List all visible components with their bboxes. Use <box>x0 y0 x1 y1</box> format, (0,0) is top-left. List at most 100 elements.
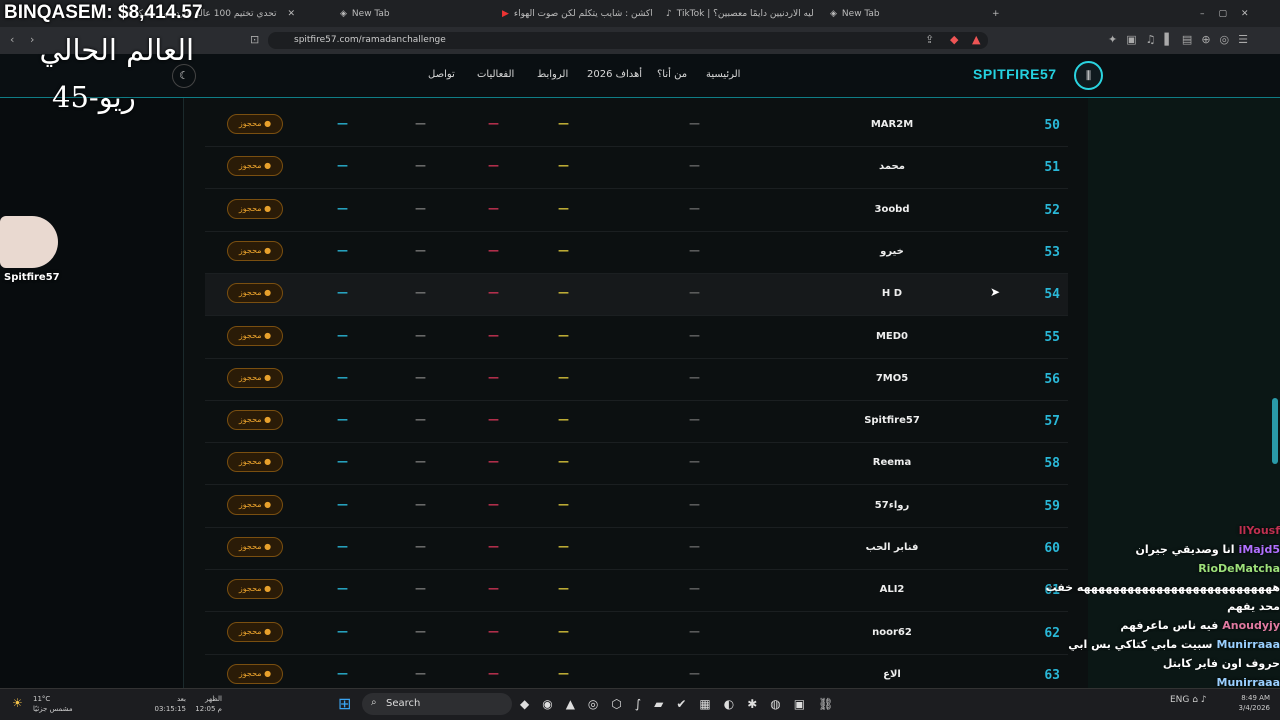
site-logo[interactable]: SPITFIRE57 <box>973 66 1057 82</box>
col-5-value: — <box>337 666 348 680</box>
col-1-value: — <box>689 328 700 342</box>
chat-message: iMajd5انا وصديقي جيران <box>1036 543 1280 556</box>
col-3-value: — <box>488 582 499 596</box>
back-icon[interactable]: ‹ <box>10 33 14 46</box>
player-name: Spitfire57 <box>864 415 920 427</box>
table-row[interactable]: 59 رواء57 — — — — — ● محجوز <box>205 486 1068 528</box>
table-row[interactable]: 55 MED0 — — — — — ● محجوز <box>205 317 1068 359</box>
col-4-value: — <box>415 624 426 638</box>
col-2-value: — <box>558 624 569 638</box>
col-4-value: — <box>415 243 426 257</box>
col-3-value: — <box>488 201 499 215</box>
rank-number: 55 <box>1044 329 1060 345</box>
status-badge: ● محجوز <box>227 663 283 684</box>
rank-number: 56 <box>1044 371 1060 387</box>
windows-start-icon[interactable]: ⊞ <box>338 694 351 713</box>
table-row[interactable]: 52 3oobd — — — — — ● محجوز <box>205 190 1068 232</box>
col-2-value: — <box>558 328 569 342</box>
tab-3[interactable]: ▶ رياكشن : شايب يتكلم لكن صوت الهواء <box>502 3 652 25</box>
col-2-value: — <box>558 117 569 130</box>
new-tab-button[interactable]: + <box>992 3 1004 25</box>
nav-links[interactable]: الروابط <box>537 69 568 80</box>
mouse-cursor-icon: ➤ <box>990 285 1001 299</box>
window-controls[interactable]: –▢✕ <box>1200 3 1270 25</box>
nav-goals[interactable]: أهداف 2026 <box>587 69 642 80</box>
chat-text: فيه ناس ماعرفهم <box>1120 619 1219 632</box>
col-5-value: — <box>337 413 348 427</box>
nav-about[interactable]: من أنا؟ <box>657 69 687 80</box>
weather-widget[interactable]: 11°C مشمس جزئيًا <box>33 694 73 714</box>
logo-icon[interactable]: ⫼ <box>1074 61 1103 90</box>
col-1-value: — <box>689 624 700 638</box>
chat-message: هههههههههههههههههههههههههههه خفت <box>1036 581 1280 594</box>
share-icon[interactable]: ⇪ <box>925 33 934 46</box>
shield-icon: ◈ <box>340 9 347 19</box>
chat-username: Munirraaa <box>1216 638 1280 651</box>
col-5-value: — <box>337 370 348 384</box>
weather-temp: 11°C <box>33 695 51 703</box>
col-1-value: — <box>689 455 700 469</box>
url-field[interactable]: spitfire57.com/ramadanchallenge <box>268 32 988 49</box>
table-row[interactable]: 58 Reema — — — — — ● محجوز <box>205 443 1068 486</box>
chat-message: Munirraaaسبيت مابي كتاكي بس ابي <box>1036 638 1280 651</box>
rank-number: 53 <box>1044 244 1060 260</box>
tab-title: New Tab <box>351 9 390 19</box>
status-badge: ● محجوز <box>227 114 283 134</box>
taskbar-apps[interactable]: ◆◉▲◎⬡∫▰✔▦◐✱◍▣⛓ <box>520 697 846 711</box>
brave-shield-icon[interactable]: ◆ <box>950 33 958 46</box>
col-4-value: — <box>415 201 426 215</box>
status-badge: ● محجوز <box>227 325 283 346</box>
clock-time: 8:49 AM <box>1241 694 1270 702</box>
close-icon[interactable]: ✕ <box>288 9 296 19</box>
player-name: Reema <box>872 457 912 469</box>
chat-message: Anoudyjyفيه ناس ماعرفهم <box>1036 619 1280 632</box>
col-3-value: — <box>488 370 499 384</box>
tray-icons[interactable]: ENG ⌂ ♪ <box>1170 695 1207 705</box>
moon-icon[interactable]: ☾ <box>172 64 196 88</box>
world-label: العالم الحالي <box>39 33 194 67</box>
scrollbar[interactable] <box>1272 398 1278 464</box>
table-row[interactable]: 57 Spitfire57 — — — — — ● محجوز <box>205 401 1068 444</box>
table-row[interactable]: 60 فنابر الحب — — — — — ● محجوز <box>205 528 1068 570</box>
table-row[interactable]: 62 noor62— — — — — ● محجوز <box>205 613 1068 655</box>
col-1-value: — <box>689 117 700 130</box>
col-2-value: — <box>558 370 569 384</box>
weather-icon[interactable]: ☀ <box>12 696 23 710</box>
chat-message: RioDeMatcha <box>1036 562 1280 575</box>
table-row[interactable]: 53 خيرو — — — — — ● محجوز <box>205 232 1068 274</box>
player-name: 7MO5 <box>875 372 909 384</box>
col-1-value: — <box>689 243 700 257</box>
nav-contact[interactable]: تواصل <box>428 69 455 80</box>
chat-message: llYousf <box>1036 524 1280 537</box>
tab-title: New Tab <box>841 9 880 19</box>
nav-events[interactable]: الفعاليات <box>477 69 514 80</box>
col-2-value: — <box>558 455 569 469</box>
tab-5[interactable]: ◈ New Tab <box>830 3 980 25</box>
rank-number: 50 <box>1044 118 1060 133</box>
taskbar-search[interactable]: Search <box>362 693 512 715</box>
player-name: الاع <box>883 668 901 680</box>
rank-number: 52 <box>1044 202 1060 218</box>
prayer-time: 03:15:15 <box>154 705 186 713</box>
table-row[interactable]: 51 محمد — — — — — ● محجوز <box>205 147 1068 190</box>
col-3-value: — <box>488 159 499 173</box>
extensions-icons[interactable]: ✦▣♫▌▤⊕◎☰ <box>1108 33 1257 46</box>
rank-number: 54 <box>1044 287 1060 303</box>
table-row[interactable]: 50 MAR2M — — — — — ● محجوز <box>205 105 1068 147</box>
status-badge: ● محجوز <box>227 452 283 473</box>
col-5-value: — <box>337 455 348 469</box>
rewards-icon[interactable]: ▲ <box>972 33 980 46</box>
search-icon: ⌕ <box>371 697 377 708</box>
tab-4[interactable]: ♪ TikTok | ليه الاردنيين دايمًا معصبين؟ <box>666 3 816 25</box>
system-clock[interactable]: 8:49 AM 3/4/2026 <box>1228 693 1270 713</box>
tab-2[interactable]: ◈ New Tab <box>340 3 490 25</box>
chat-text: هههههههههههههههههههههههههههه خفت <box>1045 581 1280 594</box>
col-5-value: — <box>337 201 348 215</box>
table-row[interactable]: 56 7MO5 — — — — — ● محجوز <box>205 359 1068 401</box>
col-2-value: — <box>558 201 569 215</box>
table-row[interactable]: 61 ALI2— — — — — ● محجوز <box>205 570 1068 613</box>
table-row[interactable]: 54 H D — — — — — ● محجوز <box>205 274 1068 317</box>
bookmark-icon[interactable]: ⊡ <box>250 33 259 46</box>
nav-home[interactable]: الرئيسية <box>706 69 740 80</box>
col-2-value: — <box>558 666 569 680</box>
